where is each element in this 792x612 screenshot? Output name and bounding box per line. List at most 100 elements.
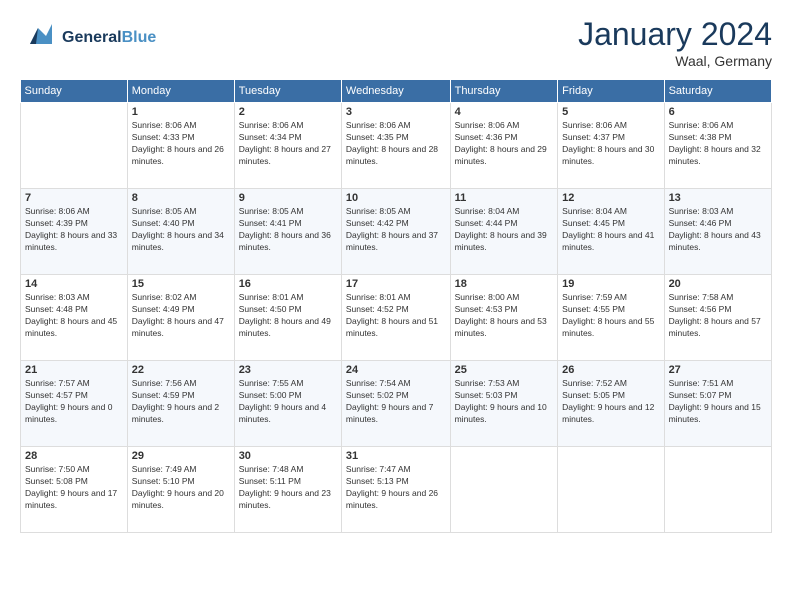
col-tuesday: Tuesday xyxy=(234,80,341,103)
logo: GeneralBlue xyxy=(20,16,156,59)
day-info: Sunrise: 7:47 AM Sunset: 5:13 PM Dayligh… xyxy=(346,464,446,512)
day-number: 21 xyxy=(25,364,123,376)
calendar-cell: 9 Sunrise: 8:05 AM Sunset: 4:41 PM Dayli… xyxy=(234,189,341,275)
day-info: Sunrise: 8:04 AM Sunset: 4:44 PM Dayligh… xyxy=(455,206,554,254)
sunset: Sunset: 5:07 PM xyxy=(669,390,732,400)
sunrise: Sunrise: 8:03 AM xyxy=(25,292,90,302)
sunset: Sunset: 4:40 PM xyxy=(132,218,195,228)
day-info: Sunrise: 8:06 AM Sunset: 4:35 PM Dayligh… xyxy=(346,120,446,168)
calendar-cell: 15 Sunrise: 8:02 AM Sunset: 4:49 PM Dayl… xyxy=(127,275,234,361)
daylight: Daylight: 9 hours and 23 minutes. xyxy=(239,488,331,510)
calendar-cell: 29 Sunrise: 7:49 AM Sunset: 5:10 PM Dayl… xyxy=(127,447,234,533)
calendar-cell: 28 Sunrise: 7:50 AM Sunset: 5:08 PM Dayl… xyxy=(21,447,128,533)
daylight: Daylight: 9 hours and 26 minutes. xyxy=(346,488,438,510)
day-info: Sunrise: 8:06 AM Sunset: 4:33 PM Dayligh… xyxy=(132,120,230,168)
day-info: Sunrise: 7:54 AM Sunset: 5:02 PM Dayligh… xyxy=(346,378,446,426)
sunrise: Sunrise: 8:05 AM xyxy=(239,206,304,216)
daylight: Daylight: 8 hours and 30 minutes. xyxy=(562,144,654,166)
sunset: Sunset: 5:13 PM xyxy=(346,476,409,486)
day-number: 17 xyxy=(346,278,446,290)
col-saturday: Saturday xyxy=(664,80,771,103)
sunset: Sunset: 4:34 PM xyxy=(239,132,302,142)
day-info: Sunrise: 8:00 AM Sunset: 4:53 PM Dayligh… xyxy=(455,292,554,340)
sunrise: Sunrise: 7:50 AM xyxy=(25,464,90,474)
sunset: Sunset: 4:35 PM xyxy=(346,132,409,142)
day-info: Sunrise: 8:05 AM Sunset: 4:40 PM Dayligh… xyxy=(132,206,230,254)
sunrise: Sunrise: 8:06 AM xyxy=(132,120,197,130)
day-info: Sunrise: 8:05 AM Sunset: 4:41 PM Dayligh… xyxy=(239,206,337,254)
day-number: 1 xyxy=(132,106,230,118)
sunrise: Sunrise: 8:00 AM xyxy=(455,292,520,302)
calendar: Sunday Monday Tuesday Wednesday Thursday… xyxy=(20,79,772,533)
day-number: 5 xyxy=(562,106,659,118)
day-info: Sunrise: 8:02 AM Sunset: 4:49 PM Dayligh… xyxy=(132,292,230,340)
sunset: Sunset: 4:57 PM xyxy=(25,390,88,400)
calendar-cell: 3 Sunrise: 8:06 AM Sunset: 4:35 PM Dayli… xyxy=(341,103,450,189)
logo-icon xyxy=(20,16,58,59)
daylight: Daylight: 8 hours and 43 minutes. xyxy=(669,230,761,252)
daylight: Daylight: 8 hours and 39 minutes. xyxy=(455,230,547,252)
sunset: Sunset: 4:41 PM xyxy=(239,218,302,228)
day-info: Sunrise: 8:06 AM Sunset: 4:34 PM Dayligh… xyxy=(239,120,337,168)
calendar-cell: 26 Sunrise: 7:52 AM Sunset: 5:05 PM Dayl… xyxy=(558,361,664,447)
daylight: Daylight: 9 hours and 15 minutes. xyxy=(669,402,761,424)
day-number: 9 xyxy=(239,192,337,204)
day-info: Sunrise: 8:06 AM Sunset: 4:37 PM Dayligh… xyxy=(562,120,659,168)
sunrise: Sunrise: 7:59 AM xyxy=(562,292,627,302)
day-number: 2 xyxy=(239,106,337,118)
daylight: Daylight: 8 hours and 34 minutes. xyxy=(132,230,224,252)
daylight: Daylight: 9 hours and 12 minutes. xyxy=(562,402,654,424)
daylight: Daylight: 9 hours and 0 minutes. xyxy=(25,402,112,424)
sunset: Sunset: 5:02 PM xyxy=(346,390,409,400)
sunset: Sunset: 4:33 PM xyxy=(132,132,195,142)
sunrise: Sunrise: 7:55 AM xyxy=(239,378,304,388)
sunset: Sunset: 5:00 PM xyxy=(239,390,302,400)
day-info: Sunrise: 8:03 AM Sunset: 4:46 PM Dayligh… xyxy=(669,206,767,254)
daylight: Daylight: 8 hours and 28 minutes. xyxy=(346,144,438,166)
sunset: Sunset: 4:56 PM xyxy=(669,304,732,314)
calendar-cell: 2 Sunrise: 8:06 AM Sunset: 4:34 PM Dayli… xyxy=(234,103,341,189)
daylight: Daylight: 8 hours and 33 minutes. xyxy=(25,230,117,252)
daylight: Daylight: 8 hours and 41 minutes. xyxy=(562,230,654,252)
day-info: Sunrise: 7:50 AM Sunset: 5:08 PM Dayligh… xyxy=(25,464,123,512)
day-number: 18 xyxy=(455,278,554,290)
calendar-cell: 6 Sunrise: 8:06 AM Sunset: 4:38 PM Dayli… xyxy=(664,103,771,189)
col-monday: Monday xyxy=(127,80,234,103)
day-info: Sunrise: 7:53 AM Sunset: 5:03 PM Dayligh… xyxy=(455,378,554,426)
day-info: Sunrise: 8:04 AM Sunset: 4:45 PM Dayligh… xyxy=(562,206,659,254)
sunset: Sunset: 4:55 PM xyxy=(562,304,625,314)
sunrise: Sunrise: 7:54 AM xyxy=(346,378,411,388)
calendar-cell: 1 Sunrise: 8:06 AM Sunset: 4:33 PM Dayli… xyxy=(127,103,234,189)
location: Waal, Germany xyxy=(578,53,772,69)
sunset: Sunset: 4:42 PM xyxy=(346,218,409,228)
sunrise: Sunrise: 7:49 AM xyxy=(132,464,197,474)
calendar-cell xyxy=(21,103,128,189)
week-row-2: 7 Sunrise: 8:06 AM Sunset: 4:39 PM Dayli… xyxy=(21,189,772,275)
sunset: Sunset: 4:48 PM xyxy=(25,304,88,314)
col-sunday: Sunday xyxy=(21,80,128,103)
day-number: 10 xyxy=(346,192,446,204)
day-info: Sunrise: 7:49 AM Sunset: 5:10 PM Dayligh… xyxy=(132,464,230,512)
calendar-cell: 7 Sunrise: 8:06 AM Sunset: 4:39 PM Dayli… xyxy=(21,189,128,275)
day-info: Sunrise: 8:05 AM Sunset: 4:42 PM Dayligh… xyxy=(346,206,446,254)
sunrise: Sunrise: 8:04 AM xyxy=(562,206,627,216)
day-info: Sunrise: 8:01 AM Sunset: 4:52 PM Dayligh… xyxy=(346,292,446,340)
sunrise: Sunrise: 7:47 AM xyxy=(346,464,411,474)
daylight: Daylight: 8 hours and 27 minutes. xyxy=(239,144,331,166)
daylight: Daylight: 9 hours and 2 minutes. xyxy=(132,402,219,424)
daylight: Daylight: 8 hours and 51 minutes. xyxy=(346,316,438,338)
daylight: Daylight: 8 hours and 55 minutes. xyxy=(562,316,654,338)
col-friday: Friday xyxy=(558,80,664,103)
calendar-cell: 4 Sunrise: 8:06 AM Sunset: 4:36 PM Dayli… xyxy=(450,103,558,189)
calendar-cell: 21 Sunrise: 7:57 AM Sunset: 4:57 PM Dayl… xyxy=(21,361,128,447)
calendar-cell: 27 Sunrise: 7:51 AM Sunset: 5:07 PM Dayl… xyxy=(664,361,771,447)
daylight: Daylight: 8 hours and 47 minutes. xyxy=(132,316,224,338)
daylight: Daylight: 8 hours and 57 minutes. xyxy=(669,316,761,338)
sunset: Sunset: 4:36 PM xyxy=(455,132,518,142)
day-number: 22 xyxy=(132,364,230,376)
sunrise: Sunrise: 8:06 AM xyxy=(562,120,627,130)
sunrise: Sunrise: 8:01 AM xyxy=(239,292,304,302)
sunrise: Sunrise: 8:04 AM xyxy=(455,206,520,216)
day-number: 7 xyxy=(25,192,123,204)
header: GeneralBlue January 2024 Waal, Germany xyxy=(20,16,772,69)
